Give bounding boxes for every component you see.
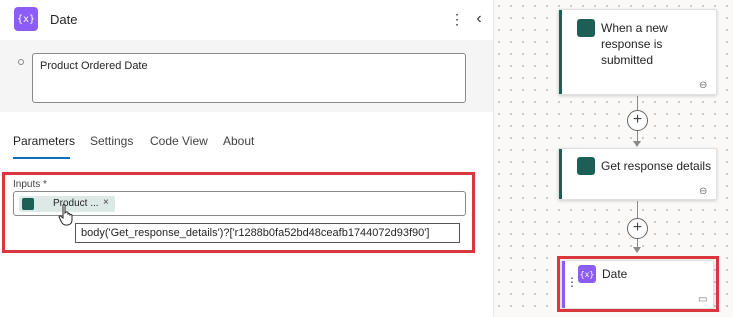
connector-line [637, 96, 638, 111]
forms-icon [22, 198, 34, 210]
tab-about[interactable]: About [223, 134, 254, 148]
action-details-panel: {x} Date ⋮ ‹ Product Ordered Date Parame… [0, 0, 493, 317]
connector-arrow-icon [633, 141, 641, 147]
inputs-label: Inputs * [13, 179, 47, 190]
tab-parameters[interactable]: Parameters [13, 134, 75, 148]
panel-header: {x} Date ⋮ ‹ [0, 0, 493, 40]
connector-arrow-icon [633, 247, 641, 253]
variable-icon: {x} [14, 7, 38, 31]
description-area: Product Ordered Date [0, 40, 493, 112]
tab-settings[interactable]: Settings [90, 134, 133, 148]
panel-divider[interactable] [493, 0, 494, 317]
forms-icon [577, 157, 595, 175]
card-accent-bar [559, 149, 562, 199]
collapse-panel-icon[interactable]: ‹ [472, 9, 486, 29]
connector-line [637, 201, 638, 219]
add-step-button[interactable]: + [627, 110, 648, 131]
hand-cursor-icon [58, 204, 73, 226]
token-expression-tooltip: body('Get_response_details')?['r1288b0fa… [75, 223, 460, 243]
more-options-icon[interactable]: ⋮ [450, 10, 464, 28]
flow-step-trigger[interactable]: When a new response is submitted ⊖ [558, 9, 717, 95]
link-icon[interactable]: ⊖ [699, 186, 707, 197]
link-icon[interactable]: ⊖ [699, 80, 707, 91]
token-remove-icon[interactable]: × [103, 197, 109, 208]
add-step-button[interactable]: + [627, 218, 648, 239]
panel-title[interactable]: Date [50, 12, 77, 27]
card-accent-bar [559, 10, 562, 94]
tab-code-view[interactable]: Code View [150, 134, 208, 148]
description-bullet-icon [18, 59, 24, 65]
forms-icon [577, 19, 595, 37]
card-title: Get response details [601, 159, 712, 173]
card-title: When a new response is submitted [601, 21, 668, 67]
active-tab-indicator [13, 157, 70, 159]
date-step-highlight-box [557, 256, 719, 312]
description-textarea[interactable]: Product Ordered Date [32, 53, 466, 103]
flow-step-get-response-details[interactable]: Get response details ⊖ [558, 148, 717, 200]
